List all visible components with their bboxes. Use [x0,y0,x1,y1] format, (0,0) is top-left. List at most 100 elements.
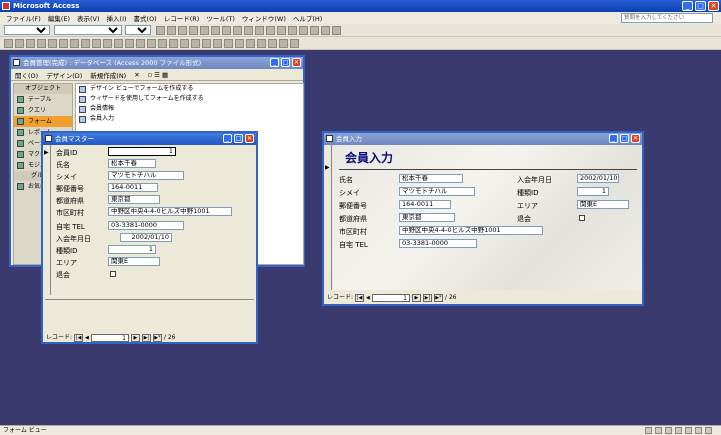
db-maximize-button[interactable]: □ [281,58,290,67]
menu-item[interactable]: 書式(O) [134,13,157,23]
new-button[interactable]: 新規作成(N) [90,70,126,80]
toolbar-buttons[interactable] [4,39,299,48]
mi-close-button[interactable]: ✕ [631,134,640,143]
member-master-form: 会員ID 1 氏名 松本千春 シメイ マツモトチハル 郵便番号 164-0011 都道府県 東京都… [52,145,256,295]
mi-maximize-button[interactable]: □ [620,134,629,143]
next-record-button[interactable]: ▶ [130,334,140,342]
mm-minimize-button[interactable]: _ [223,134,232,143]
member-master-window: 会員マスター _ □ ✕ ▶ 会員ID 1 氏名 松本千春 シメイ マツモトチハル 郵便番号 16… [41,131,258,344]
mm-maximize-button[interactable]: □ [234,134,243,143]
menu-item[interactable]: 表示(V) [77,13,100,23]
page-icon [17,140,24,147]
menu-item[interactable]: ファイル(F) [6,13,41,23]
menu-item[interactable]: ツール(T) [206,13,235,23]
field-input[interactable]: 中野区中央4-4-0ヒルズ中野1001 [108,207,232,216]
field-input[interactable]: 1 [108,245,156,254]
field-input[interactable]: 松本千春 [108,159,156,168]
field-label: 郵便番号 [339,202,367,210]
menu-item[interactable]: 挿入(I) [107,13,127,23]
field-label: 都道府県 [56,197,84,205]
first-record-button[interactable]: |◀ [355,294,365,302]
folder-icon [17,183,24,190]
minimize-button[interactable]: _ [682,1,693,11]
form-icon [79,106,86,113]
field-input[interactable]: 関東E [108,257,160,266]
field-label: 種類ID [517,189,539,197]
last-record-button[interactable]: ▶| [141,334,151,342]
help-search-input[interactable]: 質問を入力してください [621,13,713,23]
new-record-button[interactable]: ▶* [433,294,443,302]
record-number-input[interactable]: 1 [371,294,410,302]
status-icon [685,427,692,434]
object-select[interactable] [4,25,50,35]
wizard-icon [79,96,86,103]
menu-item[interactable]: 編集(E) [48,13,70,23]
object-forms[interactable]: フォーム [14,116,72,127]
status-icon [675,427,682,434]
record-selector[interactable]: ▶ [324,145,332,290]
prev-record-button[interactable]: ◀ [85,334,89,342]
db-close-button[interactable]: ✕ [292,58,301,67]
field-input[interactable]: 164-0011 [108,183,158,192]
font-select[interactable] [54,25,122,35]
new-record-button[interactable]: ▶* [152,334,162,342]
member-input-window: 会員入力 _ □ ✕ ▶ 会員入力 氏名 松本千春 シメイ マツモトチハル 郵便番号 164-… [322,131,644,306]
mi-minimize-button[interactable]: _ [609,134,618,143]
field-input[interactable]: 164-0011 [399,200,451,209]
form-icon [17,118,24,125]
object-queries[interactable]: クエリ [14,105,72,116]
query-icon [17,107,24,114]
mm-close-button[interactable]: ✕ [245,134,254,143]
first-record-button[interactable]: |◀ [74,334,84,342]
menu-item[interactable]: ヘルプ(H) [293,13,322,23]
field-input[interactable]: 東京都 [399,213,455,222]
record-total: / 26 [163,334,176,341]
list-item[interactable]: 会員情報 [76,104,303,114]
field-input[interactable]: 03-3381-0000 [108,221,184,230]
record-total: / 26 [444,294,457,301]
field-input[interactable]: 関東E [577,200,629,209]
macro-icon [17,151,24,158]
design-button[interactable]: デザイン(D) [46,70,82,80]
table-icon [17,96,24,103]
list-item[interactable]: 会員入力 [76,114,303,124]
field-label: 氏名 [339,176,353,184]
field-input[interactable]: 東京都 [108,195,160,204]
format-buttons[interactable] [156,26,341,35]
field-input[interactable]: 1 [108,147,176,156]
form-icon [326,135,333,142]
withdrawn-checkbox[interactable] [579,215,585,221]
delete-icon[interactable]: ✕ [134,71,139,79]
field-input[interactable]: 松本千春 [399,174,463,183]
db-minimize-button[interactable]: _ [270,58,279,67]
last-record-button[interactable]: ▶| [422,294,432,302]
field-input[interactable]: マツモトチハル [399,187,475,196]
object-tables[interactable]: テーブル [14,94,72,105]
field-input[interactable]: 03-3381-0000 [399,239,477,248]
field-input[interactable]: 2002/01/10 [577,174,619,183]
list-item[interactable]: ウィザードを使用してフォームを作成する [76,94,303,104]
status-icon [695,427,702,434]
field-input[interactable]: 中野区中央4-4-0ヒルズ中野1001 [399,226,543,235]
font-size-select[interactable] [125,25,151,35]
record-number-input[interactable]: 1 [90,334,129,342]
field-label: 市区町村 [339,228,367,236]
field-input[interactable]: 1 [577,187,609,196]
app-title-bar: Microsoft Access _ □ ✕ [0,0,721,12]
record-selector[interactable]: ▶ [43,145,51,295]
prev-record-button[interactable]: ◀ [366,294,370,302]
withdrawn-checkbox[interactable] [110,271,116,277]
close-button[interactable]: ✕ [708,1,719,11]
menu-item[interactable]: ウィンドウ(W) [242,13,286,23]
maximize-button[interactable]: □ [695,1,706,11]
field-label: 退会 [56,271,70,279]
list-item[interactable]: デザイン ビューでフォームを作成する [76,84,303,94]
field-input[interactable]: 2002/01/10 [120,233,172,242]
menu-item[interactable]: レコード(R) [164,13,200,23]
record-navigator: レコード: |◀ ◀ 1 ▶ ▶| ▶* / 26 [46,334,176,342]
next-record-button[interactable]: ▶ [411,294,421,302]
view-icons[interactable]: ▫ ☰ ▦ [148,71,169,79]
field-input[interactable]: マツモトチハル [108,171,184,180]
open-button[interactable]: 開く(O) [15,70,38,80]
formatting-toolbar [0,24,721,37]
